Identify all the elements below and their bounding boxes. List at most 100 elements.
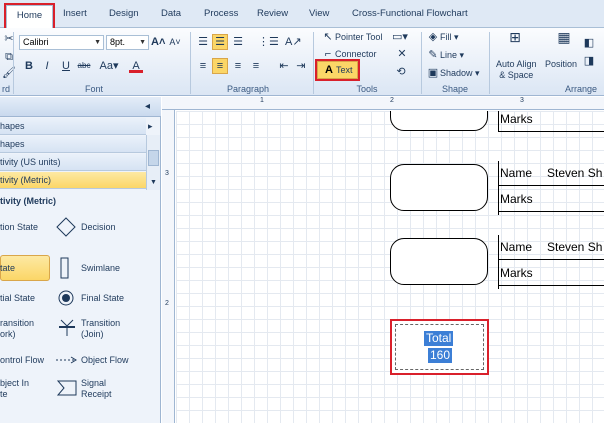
close-icon[interactable]: ✕ — [395, 47, 409, 61]
align-bottom-button[interactable]: ☰ — [231, 35, 245, 49]
shape-label: ork) — [0, 329, 16, 339]
tab-cross-functional-flowchart[interactable]: Cross-Functional Flowchart — [352, 8, 468, 19]
shape-decision[interactable]: Decision — [81, 222, 116, 233]
total-label[interactable]: Total — [424, 331, 454, 346]
paragraph-group-label: Paragraph — [226, 84, 270, 94]
line-button[interactable]: ✎ Line ▾ — [426, 48, 464, 62]
align-right-button[interactable]: ≡ — [231, 59, 245, 73]
shape-label: tial State — [0, 293, 36, 303]
font-size-combo[interactable]: 8pt. ▼ — [106, 35, 149, 50]
font-family-combo[interactable]: Calibri ▼ — [19, 35, 104, 50]
tab-process[interactable]: Process — [204, 8, 238, 19]
shadow-button[interactable]: ▣ Shadow ▾ — [426, 66, 480, 80]
shape-state[interactable]: tate — [0, 263, 15, 274]
shape-action-state[interactable]: tion State — [0, 222, 38, 233]
chevron-right-icon[interactable]: ▸ — [148, 121, 153, 132]
send-backward-icon[interactable]: ◨ — [582, 54, 596, 68]
shape-object-flow[interactable]: Object Flow — [81, 355, 129, 366]
stencil-activity-us-units[interactable]: tivity (US units) — [0, 154, 146, 171]
strikethrough-button[interactable]: abc — [77, 59, 91, 73]
shape-transition-join[interactable]: Transition (Join) — [81, 318, 120, 340]
shapes-panel-header: ◂ — [0, 97, 161, 117]
stencil-scrollbar[interactable]: ▼ — [146, 135, 160, 190]
tab-view[interactable]: View — [309, 8, 329, 19]
marks-label[interactable]: Marks — [500, 192, 533, 206]
ruler-tick-label: 2 — [390, 97, 394, 104]
student-name[interactable]: Steven Sh — [547, 166, 602, 180]
bold-button[interactable]: B — [22, 59, 36, 73]
font-color-button[interactable]: A — [129, 59, 143, 73]
increase-indent-button[interactable]: ⇥ — [294, 59, 308, 73]
grow-font-icon: A˄ — [151, 36, 166, 48]
table-divider — [498, 111, 499, 131]
text-direction-button[interactable]: A↗ — [285, 35, 302, 49]
signal-receipt-icon — [57, 380, 77, 396]
shape-object-in-state[interactable]: bject In te — [0, 378, 29, 400]
stencil-title: tivity (Metric) — [0, 196, 57, 206]
change-case-button[interactable]: Aa▾ — [99, 59, 119, 73]
marks-label[interactable]: Marks — [500, 112, 533, 126]
decision-icon — [56, 217, 76, 237]
shrink-font-icon: A˅ — [169, 37, 181, 47]
name-label[interactable]: Name — [500, 166, 532, 180]
tab-home[interactable]: Home — [4, 3, 55, 30]
marks-label[interactable]: Marks — [500, 266, 533, 280]
rectangle-tool-button[interactable]: ▭▾ — [392, 30, 408, 44]
total-text-box[interactable]: Total 160 — [390, 319, 489, 375]
state-shape[interactable] — [390, 238, 488, 285]
align-left-icon: ≡ — [199, 60, 207, 72]
scrollbar-thumb[interactable] — [148, 150, 159, 166]
shape-initial-state[interactable]: tial State — [0, 293, 35, 304]
justify-button[interactable]: ≡ — [249, 59, 263, 73]
pointer-tool-label: Pointer Tool — [335, 32, 383, 42]
connector-button[interactable]: ⌐ Connector — [321, 47, 377, 61]
shape-swimlane[interactable]: Swimlane — [81, 263, 120, 274]
underline-button[interactable]: U — [59, 59, 73, 73]
shape-label: (Join) — [81, 329, 104, 339]
stencil-activity-metric[interactable]: tivity (Metric) — [0, 172, 146, 189]
bullets-button[interactable]: ⋮☰ — [258, 35, 279, 49]
bullets-icon: ⋮☰ — [258, 36, 279, 48]
separator — [190, 32, 191, 94]
stencil-more-shapes[interactable]: hapes — [0, 118, 146, 135]
tab-review[interactable]: Review — [257, 8, 288, 19]
tab-design[interactable]: Design — [109, 8, 139, 19]
student-name[interactable]: Steven Sh — [547, 240, 602, 254]
align-center-button[interactable]: ≡ — [212, 58, 228, 74]
state-shape[interactable] — [390, 164, 488, 211]
total-value[interactable]: 160 — [428, 348, 453, 363]
stencil-quick-shapes[interactable]: hapes — [0, 136, 146, 153]
shape-control-flow[interactable]: ontrol Flow — [0, 355, 44, 366]
shape-signal-receipt[interactable]: Signal Receipt — [81, 378, 112, 400]
increase-indent-icon: ⇥ — [296, 60, 306, 72]
auto-align-icon: ⊞ — [509, 29, 521, 45]
text-tool-button[interactable]: A Text — [315, 59, 360, 81]
grow-font-button[interactable]: A˄ — [151, 35, 165, 49]
shrink-font-button[interactable]: A˅ — [168, 35, 182, 49]
stencil-label: hapes — [0, 139, 25, 149]
align-left-button[interactable]: ≡ — [196, 59, 210, 73]
bring-forward-icon[interactable]: ◧ — [582, 36, 596, 50]
italic-button[interactable]: I — [40, 59, 54, 73]
pointer-tool-button[interactable]: ↖ Pointer Tool — [321, 30, 382, 44]
shape-label: Swimlane — [81, 263, 121, 273]
collapse-panel-icon[interactable]: ◂ — [145, 101, 150, 112]
state-shape[interactable] — [390, 111, 488, 131]
chevron-down-icon: ▼ — [94, 39, 101, 46]
underline-icon: U — [62, 60, 70, 72]
auto-align-button[interactable]: Auto Align & Space — [496, 59, 537, 81]
fill-button[interactable]: ◈ Fill ▾ — [426, 30, 459, 44]
shape-transition-fork[interactable]: ransition ork) — [0, 318, 34, 340]
drawing-canvas[interactable]: Marks Name Steven Sh Marks Name Steven S… — [176, 111, 604, 423]
scroll-down-icon[interactable]: ▼ — [150, 179, 157, 186]
connection-point-icon[interactable]: ⟲ — [394, 65, 408, 79]
align-top-button[interactable]: ☰ — [196, 35, 210, 49]
tab-data[interactable]: Data — [161, 8, 181, 19]
align-middle-button[interactable]: ☰ — [212, 34, 228, 50]
name-label[interactable]: Name — [500, 240, 532, 254]
decrease-indent-button[interactable]: ⇤ — [277, 59, 291, 73]
position-button[interactable]: Position — [545, 59, 577, 69]
tab-insert[interactable]: Insert — [63, 8, 87, 19]
shape-final-state[interactable]: Final State — [81, 293, 124, 304]
align-center-icon: ≡ — [216, 60, 224, 72]
